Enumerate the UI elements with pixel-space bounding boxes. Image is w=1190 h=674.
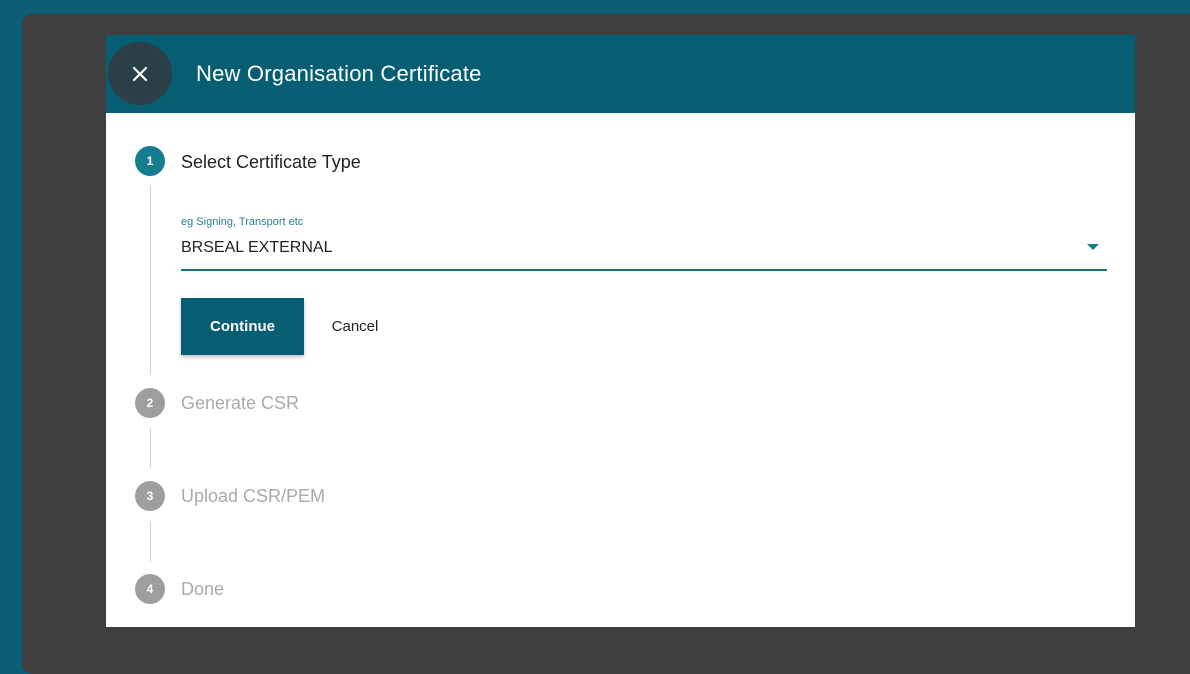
certificate-type-hint: eg Signing, Transport etc	[181, 216, 304, 228]
step-4-indicator: 4	[135, 574, 165, 604]
new-certificate-dialog: New Organisation Certificate 1 Select Ce…	[106, 35, 1135, 627]
close-icon	[132, 66, 148, 81]
dialog-title: New Organisation Certificate	[196, 61, 482, 86]
step-3-label: Upload CSR/PEM	[181, 486, 326, 506]
close-button[interactable]	[108, 42, 172, 105]
dialog-header: New Organisation Certificate	[106, 35, 1135, 113]
step-1-label: Select Certificate Type	[181, 152, 361, 172]
stepper-connector	[150, 428, 151, 468]
stepper-connector	[150, 185, 151, 375]
certificate-type-select[interactable]: BRSEAL EXTERNAL	[181, 233, 1107, 271]
step-2-indicator: 2	[135, 388, 165, 418]
dropdown-arrow-icon	[1087, 244, 1099, 250]
certificate-type-value: BRSEAL EXTERNAL	[181, 239, 333, 256]
cancel-button[interactable]: Cancel	[312, 298, 398, 355]
step-1-indicator: 1	[135, 146, 165, 176]
continue-button[interactable]: Continue	[181, 298, 304, 355]
stepper-connector	[150, 521, 151, 561]
step-3-indicator: 3	[135, 481, 165, 511]
step-2-label: Generate CSR	[181, 393, 300, 413]
step-4-label: Done	[181, 579, 225, 599]
